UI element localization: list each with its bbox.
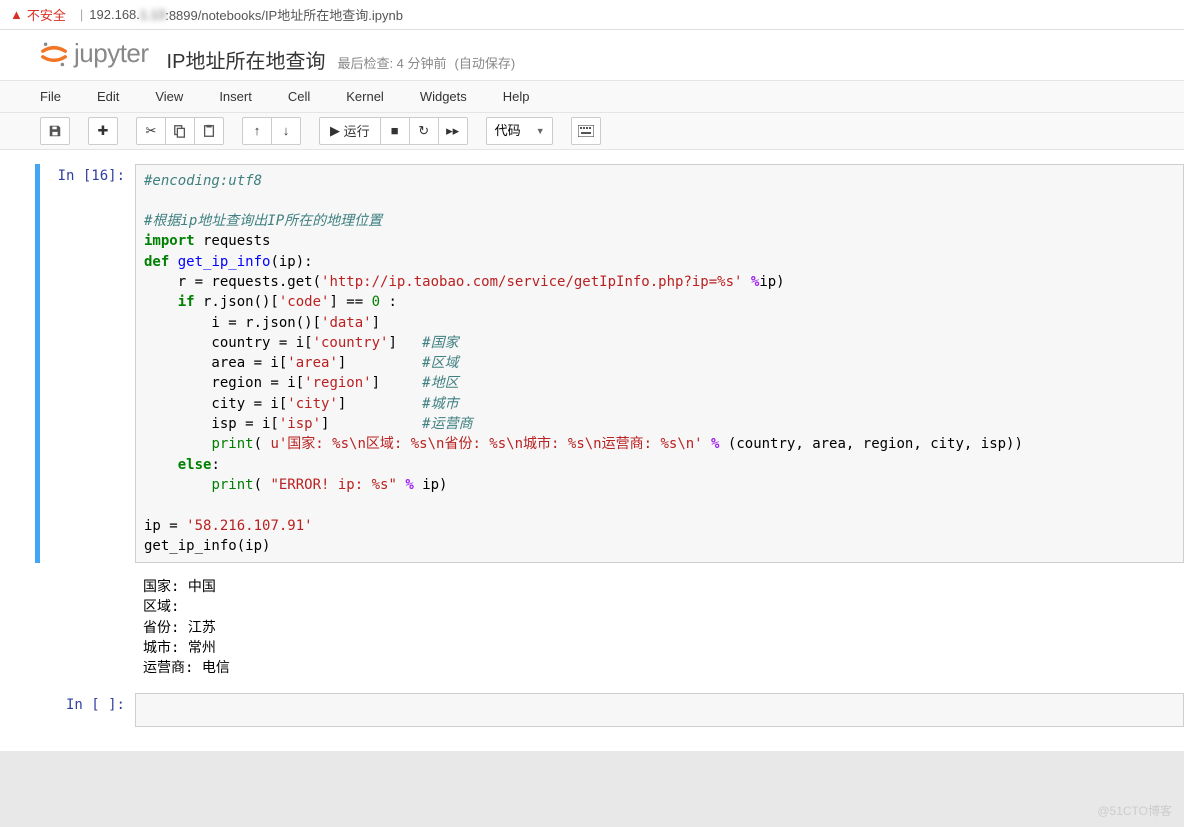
copy-button[interactable] (165, 117, 195, 145)
save-button[interactable] (40, 117, 70, 145)
browser-address-bar[interactable]: ▲ 不安全 | 192.168.1.13:8899/notebooks/IP地址… (0, 0, 1184, 30)
interrupt-button[interactable]: ■ (380, 117, 410, 145)
keyboard-icon (578, 125, 594, 137)
menu-widgets[interactable]: Widgets (402, 81, 485, 112)
restart-run-all-button[interactable]: ▸▸ (438, 117, 468, 145)
jupyter-logo-text: jupyter (74, 38, 149, 69)
code-cell[interactable]: In [16]:#encoding:utf8 #根据ip地址查询出IP所在的地理… (40, 160, 1184, 568)
url-text-suffix: :8899/notebooks/IP地址所在地查询.ipynb (165, 5, 403, 24)
notebook-header: jupyter IP地址所在地查询 最后检查: 4 分钟前 (自动保存) (0, 30, 1184, 80)
output-prompt (40, 571, 135, 684)
paste-icon (202, 124, 216, 138)
menu-view[interactable]: View (137, 81, 201, 112)
plus-icon: ✚ (98, 123, 109, 139)
menu-cell[interactable]: Cell (270, 81, 328, 112)
restart-icon: ↻ (418, 123, 429, 139)
menu-help[interactable]: Help (485, 81, 548, 112)
fast-forward-icon: ▸▸ (446, 123, 459, 139)
jupyter-logo[interactable]: jupyter (40, 38, 149, 69)
run-button[interactable]: ▶ 运行 (319, 117, 381, 145)
code-cell[interactable]: In [ ]: (40, 689, 1184, 731)
restart-button[interactable]: ↻ (409, 117, 439, 145)
arrow-up-icon: ↑ (254, 123, 261, 138)
url-separator: | (80, 7, 83, 22)
cell-type-select[interactable]: 代码 (486, 117, 553, 145)
notebook-title[interactable]: IP地址所在地查询 (167, 45, 326, 74)
paste-button[interactable] (194, 117, 224, 145)
url-text-blurred: 1.13 (140, 7, 165, 22)
jupyter-logo-icon (40, 40, 68, 68)
command-palette-button[interactable] (571, 117, 601, 145)
menu-bar: FileEditViewInsertCellKernelWidgetsHelp (0, 80, 1184, 113)
output-text: 国家: 中国 区域: 省份: 江苏 城市: 常州 运营商: 电信 (135, 571, 1184, 684)
arrow-down-icon: ↓ (283, 123, 290, 138)
menu-edit[interactable]: Edit (79, 81, 137, 112)
menu-file[interactable]: File (40, 81, 79, 112)
stop-icon: ■ (391, 123, 399, 138)
move-down-button[interactable]: ↓ (271, 117, 301, 145)
url-text-prefix: 192.168. (89, 7, 140, 22)
cut-button[interactable]: ✂ (136, 117, 166, 145)
scissors-icon: ✂ (146, 123, 157, 139)
input-prompt: In [ ]: (40, 693, 135, 727)
code-input[interactable] (135, 693, 1184, 727)
last-checkpoint: 最后检查: 4 分钟前 (337, 53, 446, 72)
insecure-icon: ▲ (10, 7, 23, 22)
toolbar: ✚ ✂ ↑ ↓ ▶ 运行 ■ ↻ ▸▸ 代码 (0, 113, 1184, 150)
move-up-button[interactable]: ↑ (242, 117, 272, 145)
watermark: @51CTO博客 (1097, 802, 1172, 819)
autosave-status: (自动保存) (455, 53, 516, 72)
input-prompt: In [16]: (40, 164, 135, 564)
insecure-label: 不安全 (27, 5, 66, 24)
run-label: 运行 (344, 121, 370, 140)
menu-kernel[interactable]: Kernel (328, 81, 402, 112)
output-cell: 国家: 中国 区域: 省份: 江苏 城市: 常州 运营商: 电信 (40, 567, 1184, 688)
copy-icon (173, 124, 187, 138)
run-icon: ▶ (330, 123, 340, 139)
add-cell-button[interactable]: ✚ (88, 117, 118, 145)
notebook-container: In [16]:#encoding:utf8 #根据ip地址查询出IP所在的地理… (0, 150, 1184, 751)
menu-insert[interactable]: Insert (201, 81, 270, 112)
code-input[interactable]: #encoding:utf8 #根据ip地址查询出IP所在的地理位置 impor… (135, 164, 1184, 564)
save-icon (48, 124, 62, 138)
